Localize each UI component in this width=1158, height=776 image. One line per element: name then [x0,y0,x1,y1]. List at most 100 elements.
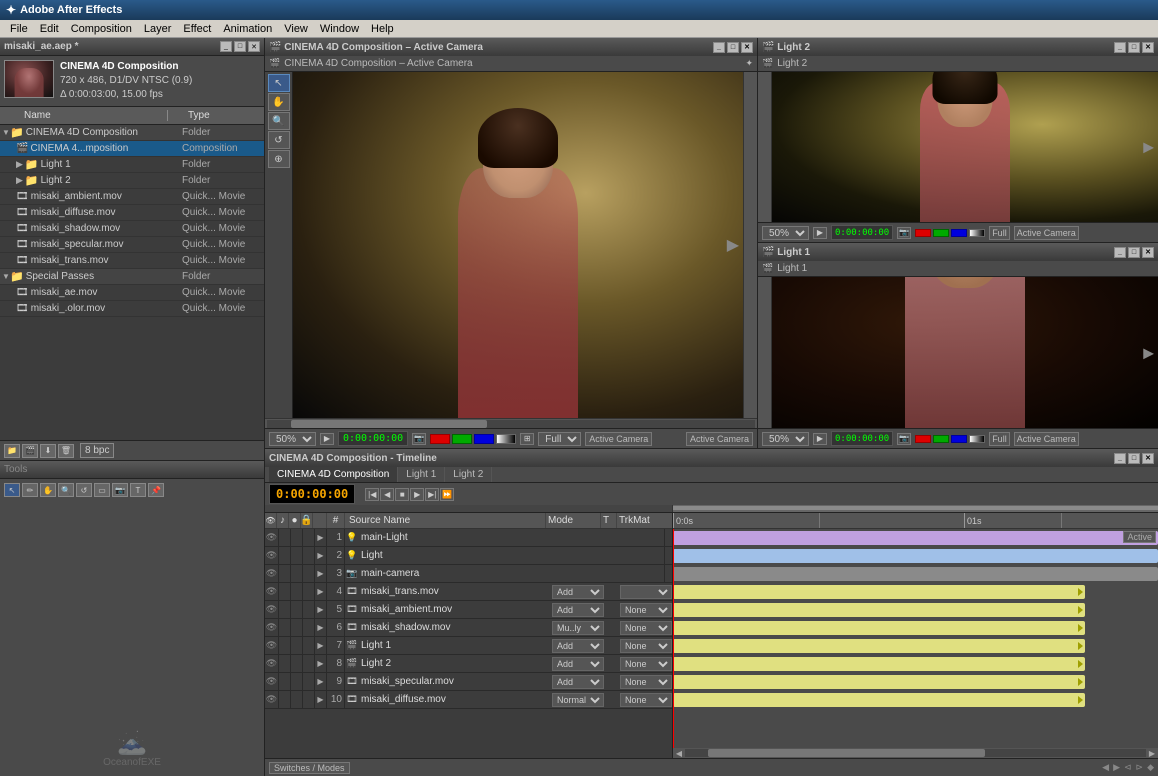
cam-orbit-tool[interactable]: ↺ [268,131,290,149]
tl-stop[interactable]: ■ [395,488,409,501]
tl-layer4-eye[interactable]: 👁 [265,583,279,600]
viewer-right-arrow[interactable]: ▶ [727,235,739,255]
tl-layer2-solo[interactable] [291,547,303,564]
light1-ch-r[interactable] [915,435,931,443]
zoom-tool-btn[interactable]: 🔍 [58,483,74,497]
timeline-restore[interactable]: □ [1128,453,1140,464]
light2-ch-b[interactable] [951,229,967,237]
tl-layer4-solo[interactable] [291,583,303,600]
light2-ch-g[interactable] [933,229,949,237]
tl-workarea[interactable] [265,505,1158,513]
tl-nav-prev[interactable]: ◀ [1102,762,1109,773]
light2-zoom[interactable]: 50% [762,226,809,240]
list-item[interactable]: 🎞 misaki_trans.mov Quick... Movie [0,253,264,269]
light1-minimize[interactable]: _ [1114,247,1126,258]
pin-tool-btn[interactable]: 📌 [148,483,164,497]
menu-effect[interactable]: Effect [177,23,217,35]
timeline-close[interactable]: ✕ [1142,453,1154,464]
menu-help[interactable]: Help [365,23,400,35]
menu-edit[interactable]: Edit [34,23,65,35]
tl-layer2-eye[interactable]: 👁 [265,547,279,564]
tl-layer3-solo[interactable] [291,565,303,582]
tl-layer9-mode[interactable]: Add [552,675,604,689]
tl-switches-modes[interactable]: Switches / Modes [269,762,350,774]
tl-header-mode[interactable]: Mode [546,513,601,528]
menu-layer[interactable]: Layer [138,23,178,35]
project-minimize-btn[interactable]: _ [220,41,232,52]
tl-layer1-audio[interactable] [279,529,291,546]
light1-right-arrow[interactable]: ▶ [1143,344,1154,361]
light1-ch-b[interactable] [951,435,967,443]
tl-layer8-trkmat[interactable]: None [620,657,672,671]
list-item[interactable]: 🎞 misaki_.olor.mov Quick... Movie [0,301,264,317]
light1-ch-g[interactable] [933,435,949,443]
tl-layer4-mode[interactable]: Add [552,585,604,599]
tl-layer1-expand[interactable]: ▶ [315,529,327,546]
main-viewer-restore[interactable]: □ [727,42,739,53]
tl-playhead[interactable] [673,529,674,748]
tl-play-fwd[interactable]: ▶ [410,488,424,501]
main-viewer-quality[interactable]: Full [538,432,581,446]
tl-layer10-solo[interactable] [291,691,303,708]
tl-layer5-solo[interactable] [291,601,303,618]
tl-layer5-lock[interactable] [303,601,315,618]
main-viewer-minimize[interactable]: _ [713,42,725,53]
tl-layer7-trkmat[interactable]: None [620,639,672,653]
project-restore-btn[interactable]: □ [234,41,246,52]
tl-nav-keyframe[interactable]: ◆ [1147,762,1154,773]
list-item[interactable]: 🎞 misaki_specular.mov Quick... Movie [0,237,264,253]
pen-tool-btn[interactable]: ✏ [22,483,38,497]
light2-ch-a[interactable] [969,229,985,237]
tl-layer5-expand[interactable]: ▶ [315,601,327,618]
tl-hscroll-track[interactable] [685,749,1146,757]
tl-layer4-audio[interactable] [279,583,291,600]
tl-layer9-eye[interactable]: 👁 [265,673,279,690]
list-item[interactable]: ▼ 📁 CINEMA 4D Composition Folder [0,125,264,141]
timeline-minimize[interactable]: _ [1114,453,1126,464]
file-header-name[interactable]: Name [20,110,168,121]
tl-layer6-audio[interactable] [279,619,291,636]
tl-layer2-audio[interactable] [279,547,291,564]
channel-r[interactable] [430,434,450,444]
tl-layer5-audio[interactable] [279,601,291,618]
menu-view[interactable]: View [278,23,314,35]
main-viewer-snapshot[interactable]: 📷 [412,433,426,445]
tl-layer7-solo[interactable] [291,637,303,654]
delete-btn[interactable]: 🗑 [58,444,74,458]
light1-right-scroll[interactable] [758,277,772,428]
tl-layer6-mode[interactable]: Mu..ly [552,621,604,635]
main-viewer-active-camera[interactable]: Active Camera [585,432,652,446]
tl-layer5-eye[interactable]: 👁 [265,601,279,618]
tl-layer3-eye[interactable]: 👁 [265,565,279,582]
tl-layer8-mode[interactable]: Add [552,657,604,671]
hand-tool-btn[interactable]: ✋ [40,483,56,497]
menu-file[interactable]: File [4,23,34,35]
light2-snapshot[interactable]: 📷 [897,227,911,239]
tl-hscroll[interactable]: ◀ ▶ [673,748,1158,758]
tl-layer9-audio[interactable] [279,673,291,690]
channel-g[interactable] [452,434,472,444]
tl-layer10-eye[interactable]: 👁 [265,691,279,708]
tl-layer9-trkmat[interactable]: None [620,675,672,689]
tl-layer9-lock[interactable] [303,673,315,690]
tl-nav-in[interactable]: ⊲ [1124,762,1132,773]
tl-layer10-mode[interactable]: Normal [552,693,604,707]
list-item[interactable]: ▼ 📁 Special Passes Folder [0,269,264,285]
tl-layer9-solo[interactable] [291,673,303,690]
tl-time-ruler[interactable]: 0:0s 01s [673,513,1158,529]
tl-layer9-expand[interactable]: ▶ [315,673,327,690]
project-close-btn[interactable]: ✕ [248,41,260,52]
list-item[interactable]: ▶ 📁 Light 2 Folder [0,173,264,189]
light2-restore[interactable]: □ [1128,42,1140,53]
new-comp-btn[interactable]: 🎬 [22,444,38,458]
main-viewer-right-scroll[interactable] [743,72,757,418]
list-item[interactable]: 🎞 misaki_shadow.mov Quick... Movie [0,221,264,237]
light2-ch-r[interactable] [915,229,931,237]
light1-quality-label[interactable]: Full [989,432,1010,446]
tl-layer1-lock[interactable] [303,529,315,546]
tl-layer4-lock[interactable] [303,583,315,600]
new-folder-btn[interactable]: 📁 [4,444,20,458]
tl-scroll-left[interactable]: ◀ [673,749,685,758]
timeline-timecode-display[interactable]: 0:00:00:00 [269,484,355,504]
light2-close[interactable]: ✕ [1142,42,1154,53]
